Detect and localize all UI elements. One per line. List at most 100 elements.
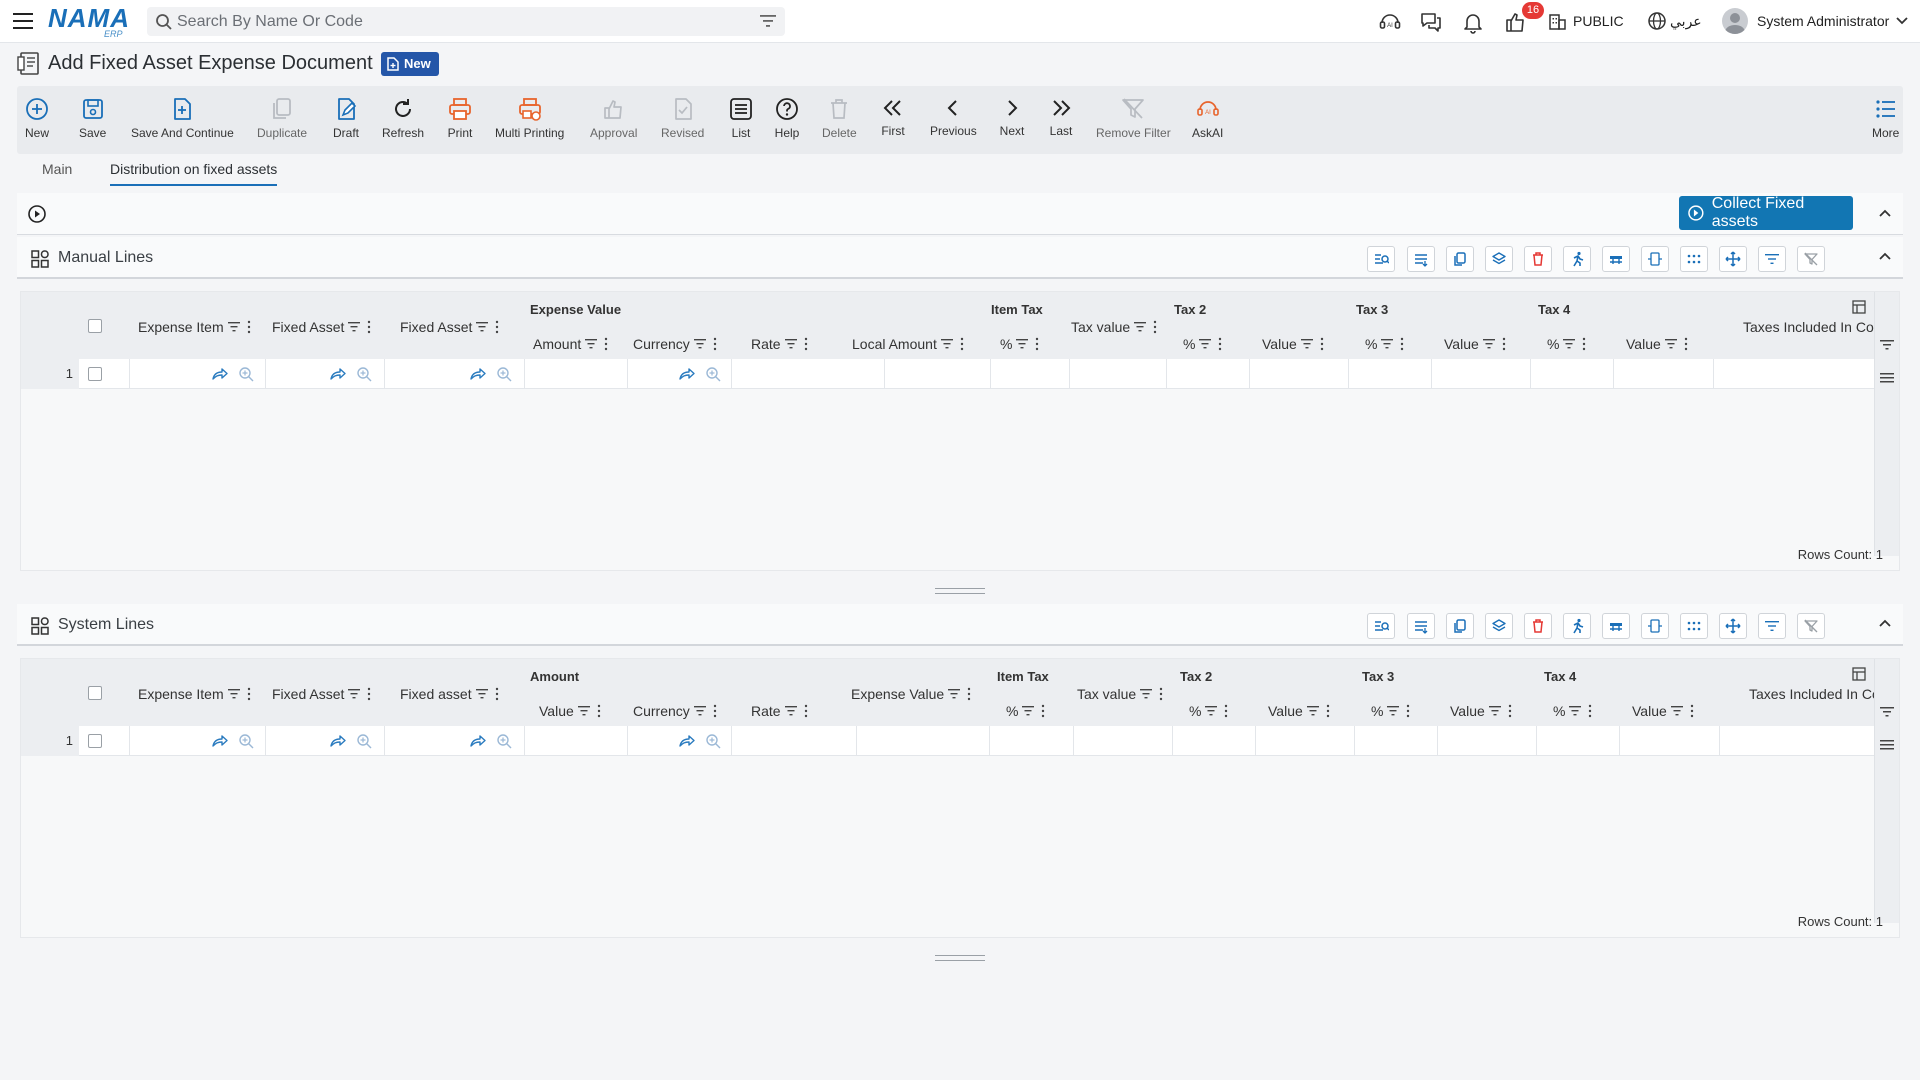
more-button[interactable]: More — [1872, 96, 1899, 140]
column-menu-icon[interactable] — [713, 704, 717, 718]
column-filter-icon[interactable] — [584, 337, 598, 351]
approval-button[interactable]: Approval — [590, 96, 637, 140]
askai-button[interactable]: AI AskAI — [1192, 96, 1223, 140]
column-filter-icon[interactable] — [1386, 704, 1400, 718]
column-header[interactable]: Fixed Asset — [400, 319, 499, 335]
dots-grid-button[interactable] — [1680, 613, 1708, 639]
print-button[interactable]: Print — [447, 96, 473, 140]
lookup-search-icon[interactable] — [496, 733, 512, 749]
last-button[interactable]: Last — [1048, 96, 1074, 138]
previous-button[interactable]: Previous — [930, 96, 977, 138]
column-menu-icon[interactable] — [367, 687, 371, 701]
column-filter-icon[interactable] — [347, 687, 361, 701]
column-header[interactable]: Expense Item — [138, 686, 251, 702]
column-filter-icon[interactable] — [1133, 320, 1147, 334]
column-filter-icon[interactable] — [1568, 704, 1582, 718]
globe-icon[interactable] — [1647, 11, 1667, 35]
layers-button[interactable] — [1485, 246, 1513, 272]
filter-button[interactable] — [1758, 246, 1786, 272]
filter-button[interactable] — [1758, 613, 1786, 639]
insert-row-button[interactable] — [1407, 246, 1435, 272]
column-header[interactable]: Value — [539, 703, 601, 719]
draft-button[interactable]: Draft — [333, 96, 359, 140]
column-menu-icon[interactable] — [967, 687, 971, 701]
table-split-button[interactable] — [1602, 246, 1630, 272]
column-filter-icon[interactable] — [227, 687, 241, 701]
row-checkbox[interactable] — [88, 367, 102, 381]
column-filter-icon[interactable] — [947, 687, 961, 701]
column-filter-icon[interactable] — [475, 687, 489, 701]
column-filter-icon[interactable] — [1664, 337, 1678, 351]
column-menu-icon[interactable] — [597, 704, 601, 718]
column-header[interactable]: Rate — [751, 703, 808, 719]
lookup-search-icon[interactable] — [356, 366, 372, 382]
column-menu-icon[interactable] — [1582, 337, 1586, 351]
filter-icon[interactable] — [1880, 706, 1894, 718]
column-header[interactable]: Currency — [633, 703, 717, 719]
column-header[interactable]: Value — [1450, 703, 1512, 719]
column-menu-icon[interactable] — [804, 337, 808, 351]
run-button[interactable] — [1563, 613, 1591, 639]
row-checkbox[interactable] — [88, 734, 102, 748]
resize-handle[interactable] — [935, 588, 985, 594]
column-header[interactable]: Rate — [751, 336, 808, 352]
search-filter-icon[interactable] — [759, 14, 777, 28]
column-menu-icon[interactable] — [960, 337, 964, 351]
column-menu-icon[interactable] — [1588, 704, 1592, 718]
remove-filter-button[interactable]: Remove Filter — [1096, 96, 1171, 140]
play-icon[interactable] — [27, 204, 47, 224]
column-menu-icon[interactable] — [367, 320, 371, 334]
column-header[interactable]: % — [1189, 703, 1228, 719]
chevron-up-icon[interactable] — [1877, 249, 1893, 263]
table-split-button[interactable] — [1602, 613, 1630, 639]
lookup-search-icon[interactable] — [238, 366, 254, 382]
logo[interactable]: NAMA ERP — [48, 4, 134, 39]
fit-width-button[interactable] — [1641, 613, 1669, 639]
column-header[interactable]: % — [1553, 703, 1592, 719]
column-menu-icon[interactable] — [604, 337, 608, 351]
run-button[interactable] — [1563, 246, 1591, 272]
column-menu-icon[interactable] — [713, 337, 717, 351]
column-menu-icon[interactable] — [1400, 337, 1404, 351]
column-header[interactable]: Value — [1268, 703, 1330, 719]
column-filter-icon[interactable] — [1300, 337, 1314, 351]
open-link-icon[interactable] — [329, 733, 346, 749]
copy-button[interactable] — [1446, 246, 1474, 272]
column-filter-icon[interactable] — [1198, 337, 1212, 351]
next-button[interactable]: Next — [999, 96, 1025, 138]
chevron-up-icon[interactable] — [1877, 206, 1893, 220]
save-button[interactable]: Save — [79, 96, 106, 140]
open-link-icon[interactable] — [678, 366, 695, 382]
move-button[interactable] — [1719, 613, 1747, 639]
select-all-checkbox[interactable] — [88, 319, 102, 333]
search-grid-button[interactable] — [1367, 246, 1395, 272]
company-label[interactable]: PUBLIC — [1573, 13, 1624, 29]
fit-width-button[interactable] — [1641, 246, 1669, 272]
open-link-icon[interactable] — [469, 366, 486, 382]
column-menu-icon[interactable] — [495, 320, 499, 334]
table-row[interactable]: 1 — [21, 726, 1876, 756]
column-chooser-icon[interactable] — [1852, 667, 1866, 681]
search-input[interactable] — [177, 7, 737, 36]
trash-button[interactable] — [1524, 246, 1552, 272]
column-filter-icon[interactable] — [1021, 704, 1035, 718]
insert-row-button[interactable] — [1407, 613, 1435, 639]
column-menu-icon[interactable] — [247, 687, 251, 701]
column-header[interactable]: Expense Value — [851, 686, 971, 702]
duplicate-button[interactable]: Duplicate — [257, 96, 307, 140]
lookup-search-icon[interactable] — [496, 366, 512, 382]
move-button[interactable] — [1719, 246, 1747, 272]
column-filter-icon[interactable] — [940, 337, 954, 351]
column-menu-icon[interactable] — [1153, 320, 1157, 334]
column-header[interactable]: Currency — [633, 336, 717, 352]
lookup-search-icon[interactable] — [705, 366, 721, 382]
collect-fixed-assets-button[interactable]: Collect Fixed assets — [1679, 195, 1853, 230]
column-header[interactable]: Taxes Included In Cost — [1749, 686, 1889, 702]
multi-printing-button[interactable]: Multi Printing — [495, 96, 564, 140]
column-header[interactable]: Fixed asset — [400, 686, 499, 702]
column-menu-icon[interactable] — [1406, 704, 1410, 718]
copy-button[interactable] — [1446, 613, 1474, 639]
column-filter-icon[interactable] — [475, 320, 489, 334]
open-link-icon[interactable] — [678, 733, 695, 749]
tab-distribution[interactable]: Distribution on fixed assets — [110, 161, 277, 177]
